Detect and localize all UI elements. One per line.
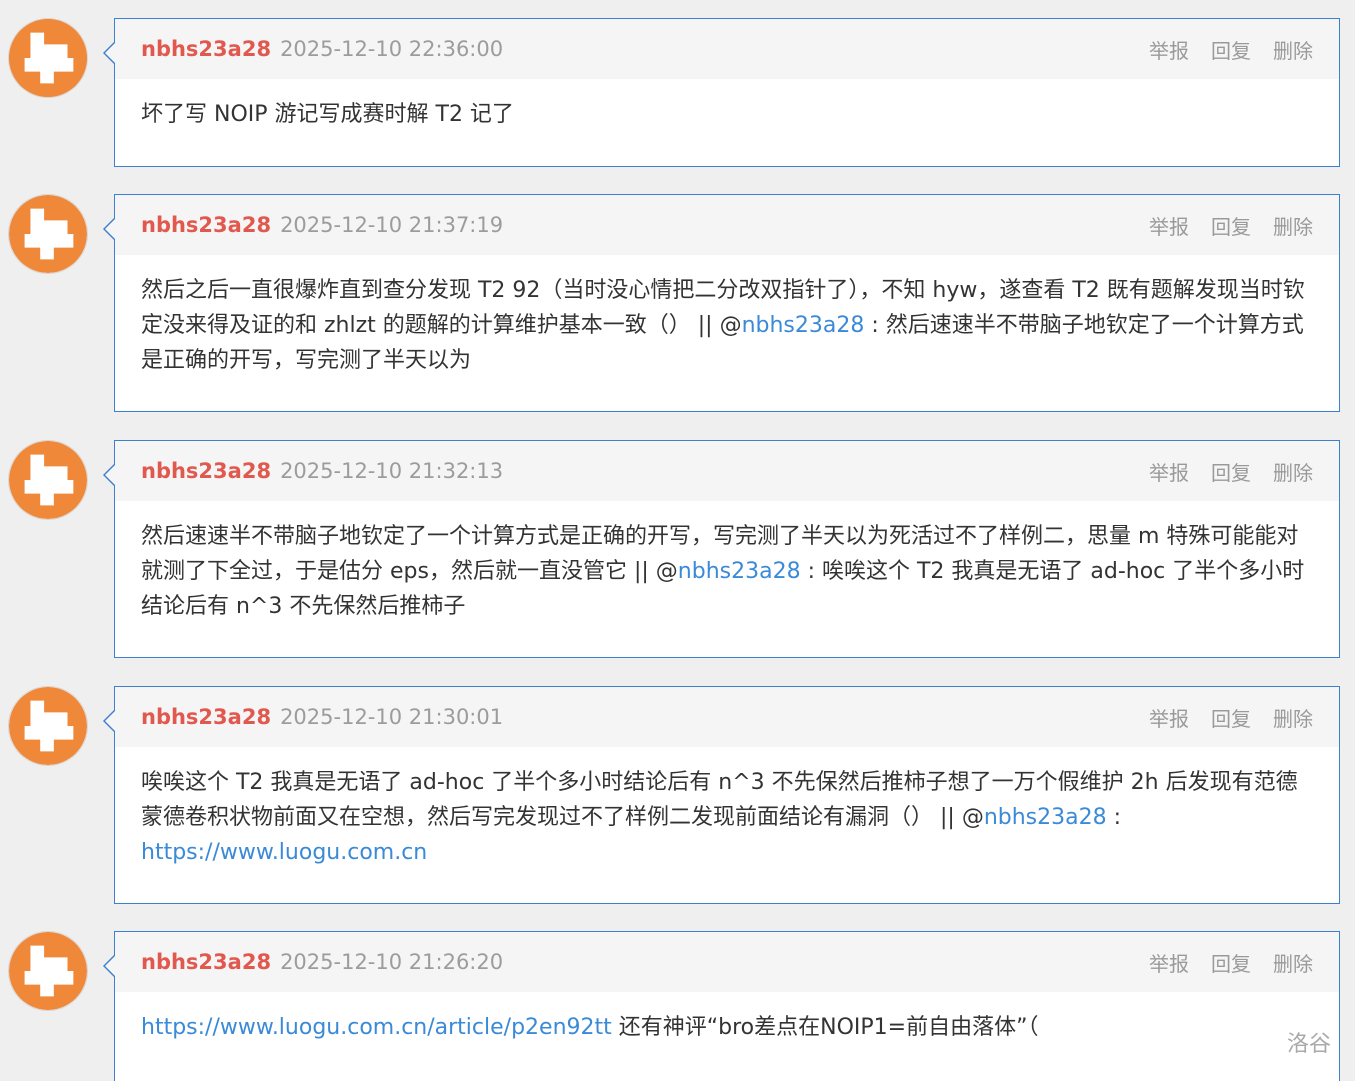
comment-text: 然后之后一直很爆炸直到查分发现 T2 92（当时没心情把二分改双指针了），不知 … xyxy=(115,255,1339,378)
article-link[interactable]: https://www.luogu.com.cn/article/p2en92t… xyxy=(141,1015,612,1040)
reply-button[interactable]: 回复 xyxy=(1211,948,1251,977)
url-link[interactable]: https://www.luogu.com.cn xyxy=(141,840,427,865)
comment-header: nbhs23a28 2025-12-10 21:30:01 举报 回复 删除 xyxy=(115,687,1339,747)
comment-actions: 举报 回复 删除 xyxy=(1149,948,1313,977)
username-link[interactable]: nbhs23a28 xyxy=(141,37,271,61)
comment-header: nbhs23a28 2025-12-10 21:32:13 举报 回复 删除 xyxy=(115,441,1339,501)
comment-text: 然后速速半不带脑子地钦定了一个计算方式是正确的开写，写完测了半天以为死活过不了样… xyxy=(115,501,1339,624)
report-button[interactable]: 举报 xyxy=(1149,703,1189,732)
username-link[interactable]: nbhs23a28 xyxy=(141,950,271,974)
username-link[interactable]: nbhs23a28 xyxy=(141,459,271,483)
comment-header: nbhs23a28 2025-12-10 21:26:20 举报 回复 删除 xyxy=(115,932,1339,992)
delete-button[interactable]: 删除 xyxy=(1273,35,1313,64)
report-button[interactable]: 举报 xyxy=(1149,948,1189,977)
reply-button[interactable]: 回复 xyxy=(1211,457,1251,486)
comment-content: 还有神评“bro差点在NOIP1=前自由落体”（ xyxy=(611,1015,1039,1040)
avatar-icon xyxy=(9,687,87,765)
comment-header: nbhs23a28 2025-12-10 21:37:19 举报 回复 删除 xyxy=(115,195,1339,255)
comment-time: 2025-12-10 22:36:00 xyxy=(280,37,504,61)
mention-link[interactable]: nbhs23a28 xyxy=(984,805,1107,830)
user-avatar[interactable] xyxy=(8,18,88,98)
site-watermark: 洛谷 xyxy=(1286,1032,1331,1057)
comment-time: 2025-12-10 21:32:13 xyxy=(280,459,504,483)
delete-button[interactable]: 删除 xyxy=(1273,703,1313,732)
user-avatar[interactable] xyxy=(8,931,88,1011)
comment-card: nbhs23a28 2025-12-10 21:30:01 举报 回复 删除 唉… xyxy=(103,686,1340,904)
comment-text: https://www.luogu.com.cn/article/p2en92t… xyxy=(115,992,1339,1045)
user-avatar[interactable] xyxy=(8,440,88,520)
reply-button[interactable]: 回复 xyxy=(1211,703,1251,732)
user-avatar[interactable] xyxy=(8,194,88,274)
comment-actions: 举报 回复 删除 xyxy=(1149,457,1313,486)
comment-card: nbhs23a28 2025-12-10 22:36:00 举报 回复 删除 坏… xyxy=(103,18,1340,167)
avatar-icon xyxy=(9,19,87,97)
comment-card: nbhs23a28 2025-12-10 21:26:20 举报 回复 删除 h… xyxy=(103,931,1340,1081)
delete-button[interactable]: 删除 xyxy=(1273,457,1313,486)
comment-content: 坏了写 NOIP 游记写成赛时解 T2 记了 xyxy=(141,102,514,127)
comment-text: 唉唉这个 T2 我真是无语了 ad-hoc 了半个多小时结论后有 n^3 不先保… xyxy=(115,747,1339,870)
reply-button[interactable]: 回复 xyxy=(1211,211,1251,240)
delete-button[interactable]: 删除 xyxy=(1273,211,1313,240)
report-button[interactable]: 举报 xyxy=(1149,35,1189,64)
comment-card: nbhs23a28 2025-12-10 21:32:13 举报 回复 删除 然… xyxy=(103,440,1340,658)
comment-time: 2025-12-10 21:30:01 xyxy=(280,705,504,729)
comment-content: 唉唉这个 T2 我真是无语了 ad-hoc 了半个多小时结论后有 n^3 不先保… xyxy=(141,770,1298,830)
username-link[interactable]: nbhs23a28 xyxy=(141,705,271,729)
comment-time: 2025-12-10 21:37:19 xyxy=(280,213,504,237)
comment-actions: 举报 回复 删除 xyxy=(1149,211,1313,240)
mention-link[interactable]: nbhs23a28 xyxy=(678,559,801,584)
mention-link[interactable]: nbhs23a28 xyxy=(742,313,865,338)
report-button[interactable]: 举报 xyxy=(1149,211,1189,240)
avatar-icon xyxy=(9,932,87,1010)
username-link[interactable]: nbhs23a28 xyxy=(141,213,271,237)
comment-card: nbhs23a28 2025-12-10 21:37:19 举报 回复 删除 然… xyxy=(103,194,1340,412)
reply-button[interactable]: 回复 xyxy=(1211,35,1251,64)
comment-text: 坏了写 NOIP 游记写成赛时解 T2 记了 xyxy=(115,79,1339,132)
report-button[interactable]: 举报 xyxy=(1149,457,1189,486)
delete-button[interactable]: 删除 xyxy=(1273,948,1313,977)
comment-header: nbhs23a28 2025-12-10 22:36:00 举报 回复 删除 xyxy=(115,19,1339,79)
avatar-icon xyxy=(9,441,87,519)
comment-time: 2025-12-10 21:26:20 xyxy=(280,950,504,974)
comment-actions: 举报 回复 删除 xyxy=(1149,703,1313,732)
quoted-content: : xyxy=(1106,805,1122,830)
avatar-icon xyxy=(9,195,87,273)
user-avatar[interactable] xyxy=(8,686,88,766)
comment-actions: 举报 回复 删除 xyxy=(1149,35,1313,64)
